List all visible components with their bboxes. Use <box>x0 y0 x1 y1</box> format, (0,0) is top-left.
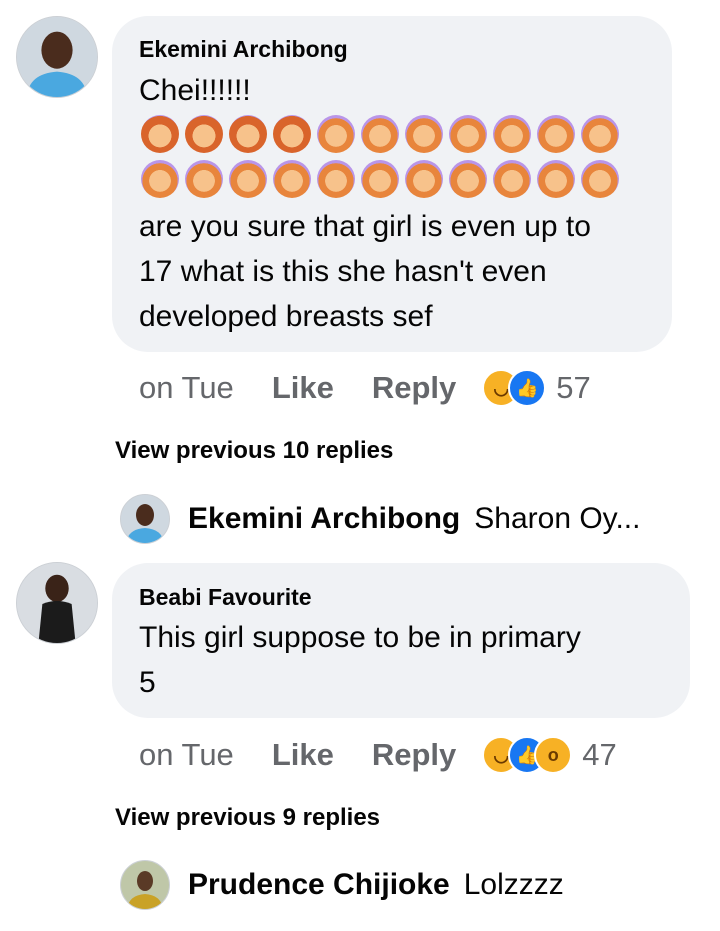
timestamp[interactable]: on Tue <box>139 737 234 773</box>
woman-gesturing-ok-icon <box>361 115 399 153</box>
woman-gesturing-ok-icon <box>537 115 575 153</box>
comment-text-line: 5 <box>139 666 156 699</box>
woman-gesturing-ok-icon <box>317 115 355 153</box>
comment-text: Chei!!!!!! <box>139 74 251 107</box>
woman-gesturing-ok-icon <box>405 115 443 153</box>
woman-gesturing-ok-icon <box>449 160 487 198</box>
woman-gesturing-ok-icon <box>229 160 267 198</box>
comment-author[interactable]: Ekemini Archibong <box>139 36 348 63</box>
woman-gesturing-ok-icon <box>493 115 531 153</box>
reply-button[interactable]: Reply <box>372 370 456 406</box>
timestamp[interactable]: on Tue <box>139 370 234 406</box>
profile-photo <box>17 563 97 643</box>
woman-gesturing-ok-icon <box>537 160 575 198</box>
woman-gesturing-ok-icon <box>185 160 223 198</box>
reply-preview[interactable]: Prudence Chijioke Lolzzzz <box>120 860 564 910</box>
reply-snippet: Lolzzzz <box>463 868 564 901</box>
woman-gesturing-ok-icon <box>405 160 443 198</box>
woman-gesturing-ok-icon <box>449 115 487 153</box>
comment-actions: on Tue Like Reply ◡ 👍 57 <box>139 369 591 407</box>
woman-gesturing-ok-icon <box>493 160 531 198</box>
woman-gesturing-ok-icon <box>581 115 619 153</box>
emoji-row-2 <box>141 160 619 198</box>
comment-text-line: 17 what is this she hasn't even <box>139 255 547 288</box>
woman-facepalming-icon <box>273 115 311 153</box>
reply-preview[interactable]: Ekemini Archibong Sharon Oy... <box>120 494 640 544</box>
reply-author: Prudence Chijioke <box>188 868 450 901</box>
reaction-count: 47 <box>582 737 617 772</box>
reply-author: Ekemini Archibong <box>188 502 461 535</box>
view-previous-replies[interactable]: View previous 10 replies <box>115 437 393 465</box>
view-previous-replies[interactable]: View previous 9 replies <box>115 804 380 832</box>
reply-snippet: Sharon Oy... <box>474 502 641 535</box>
comment-actions: on Tue Like Reply ◡ 👍 o 47 <box>139 736 617 774</box>
avatar-reply-author <box>120 494 170 544</box>
avatar-reply-author <box>120 860 170 910</box>
woman-gesturing-ok-icon <box>361 160 399 198</box>
reply-button[interactable]: Reply <box>372 737 456 773</box>
emoji-row-1 <box>141 115 619 153</box>
comment-author[interactable]: Beabi Favourite <box>139 584 312 611</box>
comment-text-line: This girl suppose to be in primary <box>139 621 581 654</box>
like-button[interactable]: Like <box>272 737 334 773</box>
reactions-summary[interactable]: ◡ 👍 57 <box>482 369 591 407</box>
comment-text-line: are you sure that girl is even up to <box>139 210 591 243</box>
reaction-count: 57 <box>556 370 591 405</box>
like-reaction-icon: 👍 <box>508 369 547 407</box>
woman-facepalming-icon <box>185 115 223 153</box>
woman-gesturing-ok-icon <box>581 160 619 198</box>
reactions-summary[interactable]: ◡ 👍 o 47 <box>482 736 617 774</box>
avatar-beabi-favourite[interactable] <box>16 562 98 644</box>
profile-photo <box>17 17 97 97</box>
woman-gesturing-ok-icon <box>141 160 179 198</box>
comment-text-line: developed breasts sef <box>139 300 433 333</box>
woman-facepalming-icon <box>229 115 267 153</box>
woman-facepalming-icon <box>141 115 179 153</box>
woman-gesturing-ok-icon <box>317 160 355 198</box>
woman-gesturing-ok-icon <box>273 160 311 198</box>
like-button[interactable]: Like <box>272 370 334 406</box>
avatar-ekemini-archibong[interactable] <box>16 16 98 98</box>
wow-reaction-icon: o <box>534 736 573 774</box>
